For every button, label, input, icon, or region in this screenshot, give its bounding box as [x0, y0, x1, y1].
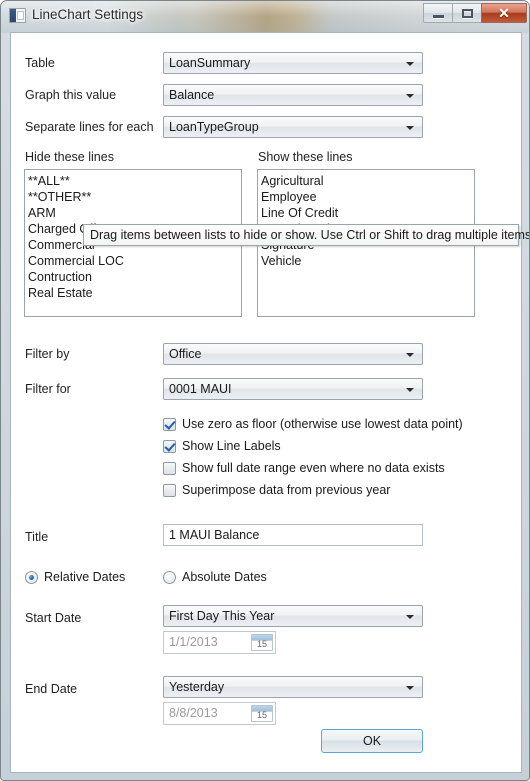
checkbox-icon[interactable] — [163, 483, 176, 497]
graph-value-combobox-value: Balance — [169, 88, 215, 102]
checkbox-icon[interactable] — [163, 417, 176, 431]
graph-value-combobox[interactable]: Balance — [163, 84, 423, 106]
checkbox-show-line-labels[interactable]: Show Line Labels — [163, 437, 281, 455]
filter-by-label: Filter by — [25, 347, 70, 361]
drag-items-tooltip: Drag items between lists to hide or show… — [83, 224, 529, 246]
radio-label: Relative Dates — [44, 570, 126, 584]
start-date-combobox-value: First Day This Year — [169, 609, 275, 623]
radio-absolute-dates[interactable]: Absolute Dates — [163, 568, 267, 586]
end-date-value: 8/8/2013 — [169, 706, 218, 720]
window-title: LineChart Settings — [32, 7, 144, 22]
filter-for-combobox[interactable]: 0001 MAUI — [163, 378, 423, 400]
checkbox-label: Show full date range even where no data … — [182, 461, 445, 475]
checkbox-superimpose-previous-year[interactable]: Superimpose data from previous year — [163, 481, 390, 499]
list-item[interactable]: **ALL** — [28, 173, 241, 189]
checkbox-label: Use zero as floor (otherwise use lowest … — [182, 417, 463, 431]
title-label: Title — [25, 530, 49, 544]
table-label: Table — [25, 56, 55, 70]
list-item[interactable]: Contruction — [28, 269, 241, 285]
start-date-combobox[interactable]: First Day This Year — [163, 605, 423, 627]
close-icon: ✕ — [498, 5, 510, 21]
radio-label: Absolute Dates — [182, 570, 267, 584]
chevron-down-icon — [406, 126, 414, 130]
end-date-combobox-value: Yesterday — [169, 680, 225, 694]
list-item[interactable]: Real Estate — [28, 285, 241, 301]
calendar-icon[interactable]: 15 — [251, 634, 273, 651]
checkbox-show-full-date-range[interactable]: Show full date range even where no data … — [163, 459, 445, 477]
radio-icon[interactable] — [25, 570, 38, 584]
hide-lines-label: Hide these lines — [25, 150, 114, 164]
checkbox-icon[interactable] — [163, 439, 176, 453]
list-item[interactable]: Employee — [261, 189, 474, 205]
start-date-label: Start Date — [25, 611, 82, 625]
separate-lines-label: Separate lines for each — [25, 120, 154, 134]
chevron-down-icon — [406, 353, 414, 357]
chevron-down-icon — [406, 615, 414, 619]
radio-icon[interactable] — [163, 570, 176, 584]
chevron-down-icon — [406, 94, 414, 98]
separate-lines-combobox[interactable]: LoanTypeGroup — [163, 116, 423, 138]
ok-button[interactable]: OK — [321, 729, 423, 753]
checkbox-label: Superimpose data from previous year — [182, 483, 391, 497]
checkbox-icon[interactable] — [163, 461, 176, 475]
calendar-icon-day: 15 — [256, 639, 267, 649]
list-item[interactable]: Line Of Credit — [261, 205, 474, 221]
radio-relative-dates[interactable]: Relative Dates — [25, 568, 125, 586]
filter-for-label: Filter for — [25, 382, 71, 396]
list-item[interactable]: ARM — [28, 205, 241, 221]
title-input[interactable]: 1 MAUI Balance — [163, 524, 423, 546]
chevron-down-icon — [406, 62, 414, 66]
list-item[interactable]: **OTHER** — [28, 189, 241, 205]
linechart-settings-window: LineChart Settings ✕ Table LoanSummary G… — [0, 0, 530, 781]
list-item[interactable]: Vehicle — [261, 253, 474, 269]
end-date-label: End Date — [25, 682, 78, 696]
chevron-down-icon — [406, 686, 414, 690]
close-button[interactable]: ✕ — [481, 3, 527, 23]
minimize-icon — [433, 15, 444, 18]
maximize-button[interactable] — [452, 3, 481, 23]
list-item[interactable]: Agricultural — [261, 173, 474, 189]
dialog-client-area: Table LoanSummary Graph this value Balan… — [10, 32, 529, 773]
graph-value-label: Graph this value — [25, 88, 117, 102]
separate-lines-combobox-value: LoanTypeGroup — [169, 120, 259, 134]
maximize-icon — [462, 9, 473, 18]
filter-by-combobox-value: Office — [169, 347, 202, 361]
end-date-combobox[interactable]: Yesterday — [163, 676, 423, 698]
form-window-icon — [9, 8, 26, 23]
table-combobox[interactable]: LoanSummary — [163, 52, 423, 74]
minimize-button[interactable] — [423, 3, 452, 23]
calendar-icon-day: 15 — [256, 710, 267, 720]
checkbox-use-zero-as-floor[interactable]: Use zero as floor (otherwise use lowest … — [163, 415, 463, 433]
checkbox-label: Show Line Labels — [182, 439, 281, 453]
window-titlebar[interactable]: LineChart Settings ✕ — [1, 1, 529, 32]
start-date-value: 1/1/2013 — [169, 635, 218, 649]
filter-for-combobox-value: 0001 MAUI — [169, 382, 232, 396]
filter-by-combobox[interactable]: Office — [163, 343, 423, 365]
chevron-down-icon — [406, 388, 414, 392]
show-lines-label: Show these lines — [258, 150, 353, 164]
calendar-icon[interactable]: 15 — [251, 705, 273, 722]
window-controls: ✕ — [423, 3, 527, 23]
table-combobox-value: LoanSummary — [169, 56, 251, 70]
list-item[interactable]: Commercial LOC — [28, 253, 241, 269]
start-date-picker[interactable]: 1/1/2013 15 — [163, 631, 276, 654]
end-date-picker[interactable]: 8/8/2013 15 — [163, 702, 276, 725]
